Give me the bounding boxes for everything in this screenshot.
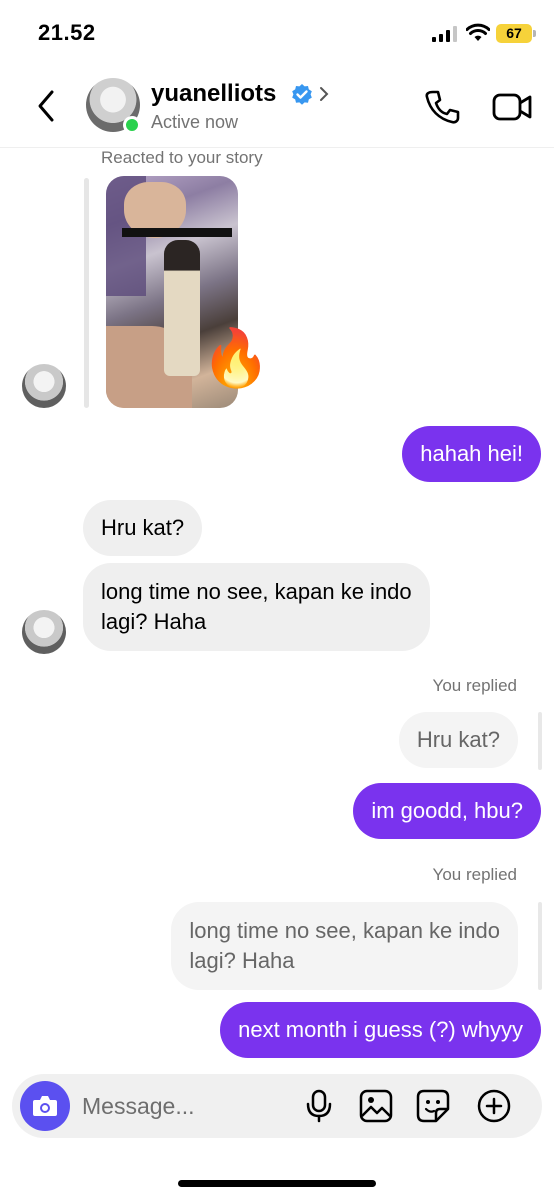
story-reply-bar	[84, 178, 89, 408]
verified-badge-icon	[292, 84, 312, 105]
outgoing-message[interactable]: hahah hei!	[402, 426, 541, 482]
message-input[interactable]	[82, 1088, 282, 1124]
chat-header: yuanelliots Active now	[0, 68, 554, 148]
message-text: next month i guess (?) whyyy	[238, 1017, 523, 1042]
active-status-dot	[123, 116, 141, 134]
message-text: hahah hei!	[420, 441, 523, 466]
quoted-message[interactable]: long time no see, kapan ke indo lagi? Ha…	[171, 902, 518, 990]
camera-icon	[33, 1096, 57, 1116]
outgoing-message[interactable]: im goodd, hbu?	[353, 783, 541, 839]
sticker-icon[interactable]	[416, 1089, 450, 1123]
phone-call-icon[interactable]	[423, 88, 461, 126]
chevron-right-icon[interactable]	[318, 85, 330, 103]
incoming-message[interactable]: long time no see, kapan ke indo lagi? Ha…	[83, 563, 430, 651]
message-composer	[12, 1074, 542, 1138]
battery-level: 67	[506, 25, 522, 41]
incoming-message[interactable]: Hru kat?	[83, 500, 203, 556]
sender-avatar[interactable]	[22, 364, 66, 408]
status-time: 21.52	[38, 20, 96, 45]
message-text: Hru kat?	[101, 515, 185, 540]
video-call-icon[interactable]	[492, 90, 532, 124]
quoted-text: Hru kat?	[416, 727, 500, 752]
outgoing-message[interactable]: next month i guess (?) whyyy	[220, 1002, 541, 1058]
cellular-signal-icon	[432, 26, 457, 42]
contact-username[interactable]: yuanelliots	[151, 80, 276, 108]
sender-avatar[interactable]	[22, 610, 66, 654]
you-replied-label: You replied	[432, 676, 517, 695]
message-text-line: long time no see, kapan ke indo	[101, 579, 412, 604]
reply-indicator-bar	[538, 902, 542, 990]
story-reply-label: Reacted to your story	[101, 148, 263, 167]
status-bar: 21.52 67	[0, 0, 554, 68]
contact-active-status: Active now	[151, 112, 239, 132]
reply-indicator-bar	[538, 712, 542, 770]
story-image-detail	[164, 240, 200, 376]
camera-button[interactable]	[20, 1081, 70, 1131]
home-indicator	[178, 1180, 376, 1187]
battery-indicator: 67	[496, 24, 536, 43]
quoted-message[interactable]: Hru kat?	[398, 712, 518, 768]
fire-reaction-emoji: 🔥	[201, 326, 271, 389]
quoted-text-line: long time no see, kapan ke indo	[189, 918, 500, 943]
message-text-line: lagi? Haha	[101, 609, 207, 634]
gallery-image-icon[interactable]	[359, 1089, 393, 1123]
quoted-text-line: lagi? Haha	[189, 948, 295, 973]
message-text: im goodd, hbu?	[371, 798, 523, 823]
add-more-icon[interactable]	[477, 1089, 511, 1123]
you-replied-label: You replied	[432, 865, 517, 884]
microphone-icon[interactable]	[302, 1089, 336, 1123]
back-chevron-icon[interactable]	[34, 88, 60, 124]
wifi-icon	[466, 23, 490, 41]
story-image-detail	[122, 228, 232, 237]
